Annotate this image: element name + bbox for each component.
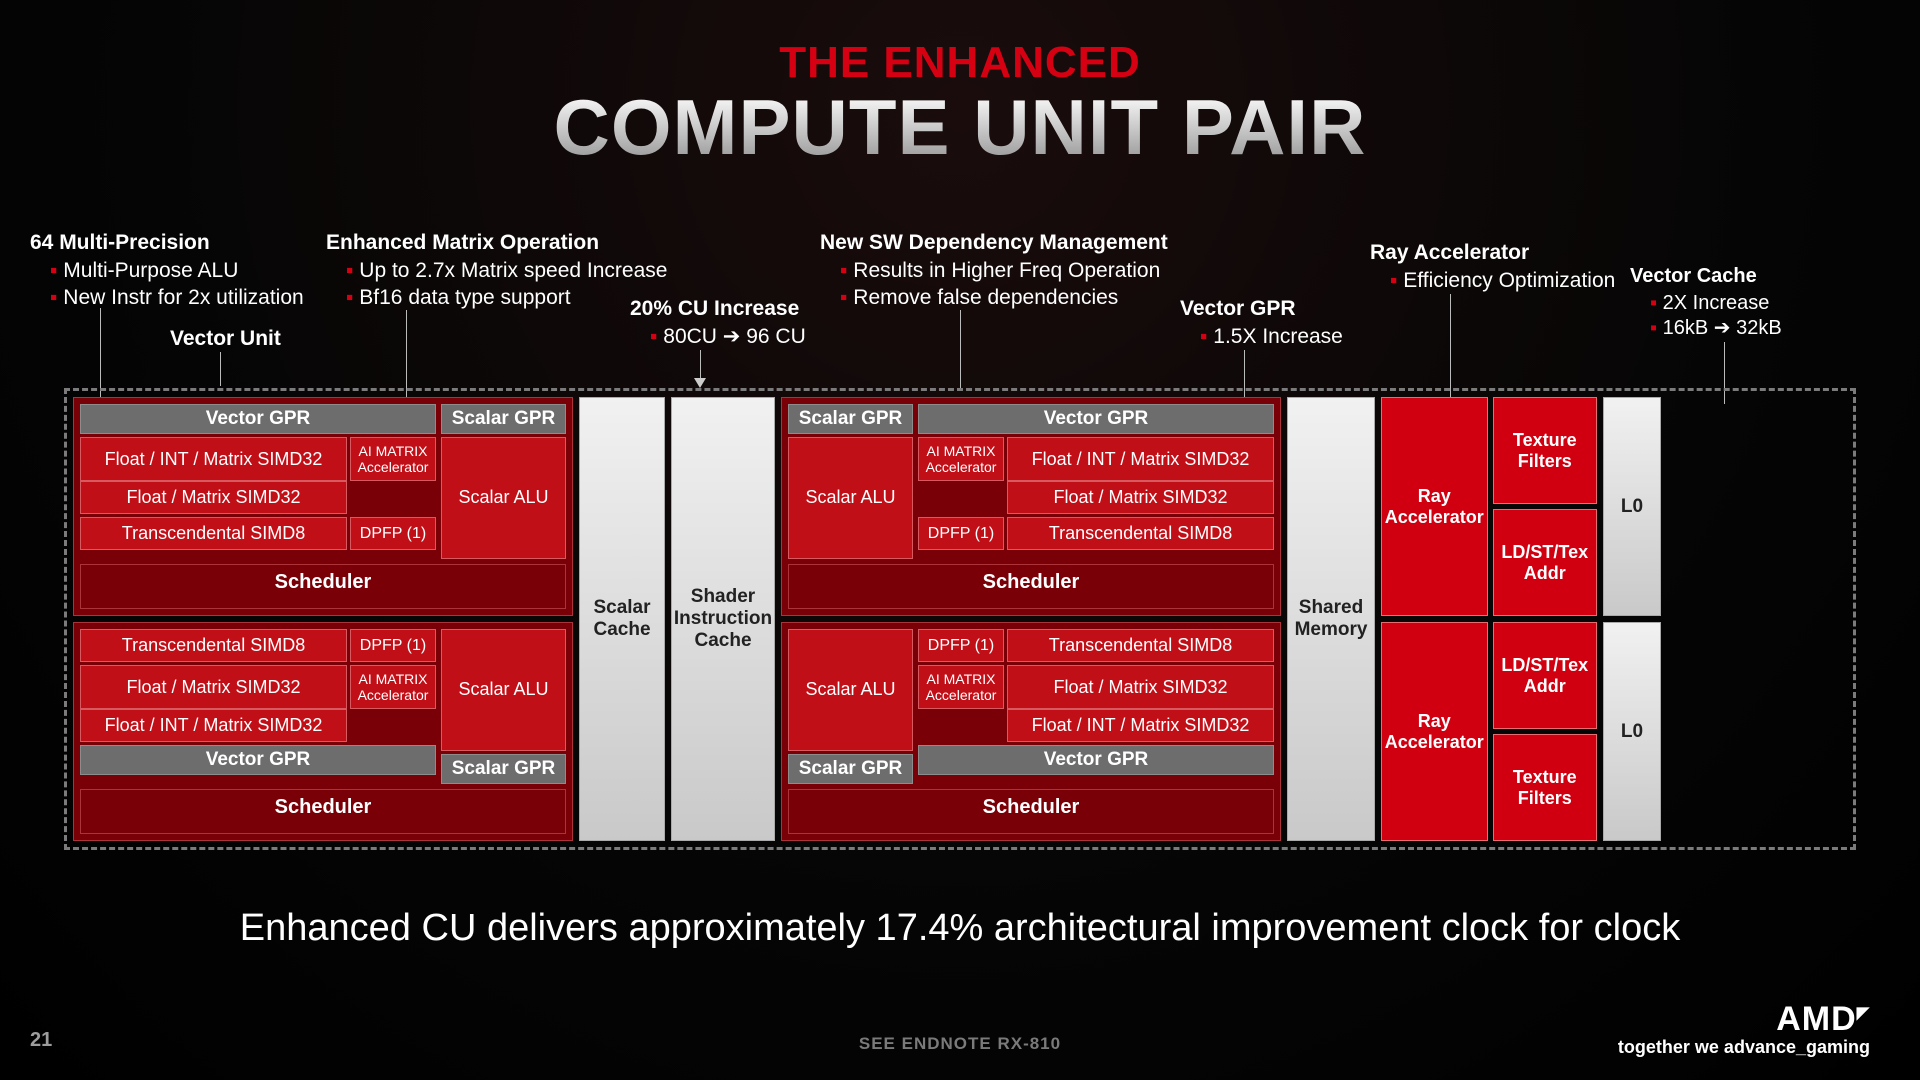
brand-block: AMD◤ together we advance_gaming bbox=[1618, 1000, 1870, 1058]
cu-pair-diagram: Scheduler Vector GPR Float / INT / Matri… bbox=[64, 388, 1856, 850]
cu-right-bottom: Scalar ALU Scalar GPR DPFP (1) Transcend… bbox=[781, 622, 1281, 841]
ray-accelerator: Ray Accelerator bbox=[1381, 397, 1488, 616]
shader-instruction-cache: Shader Instruction Cache bbox=[671, 397, 775, 841]
ann-vgpr: Vector GPR 1.5X Increase bbox=[1180, 296, 1343, 351]
cu-left-bottom: Transcendental SIMD8 DPFP (1) Float / Ma… bbox=[73, 622, 573, 841]
cu-right-top: Scheduler Scalar GPR Scalar ALU Vector G… bbox=[781, 397, 1281, 616]
ann-cu-increase: 20% CU Increase 80CU ➔ 96 CU bbox=[630, 296, 806, 351]
ann-vector-unit: Vector Unit bbox=[170, 326, 281, 352]
l0-column: L0 L0 bbox=[1603, 397, 1661, 841]
amd-logo: AMD◤ bbox=[1618, 1000, 1870, 1039]
l0-cache: L0 bbox=[1603, 397, 1661, 616]
title-overline: THE ENHANCED bbox=[0, 38, 1920, 88]
rt-column: Ray Accelerator Texture Filters LD/ST/Te… bbox=[1381, 397, 1597, 841]
scalar-cache: Scalar Cache bbox=[579, 397, 665, 841]
bottom-claim: Enhanced CU delivers approximately 17.4%… bbox=[0, 907, 1920, 950]
ldst-tex-addr: LD/ST/Tex Addr bbox=[1493, 509, 1598, 616]
texture-filters: Texture Filters bbox=[1493, 397, 1598, 504]
shared-memory: Shared Memory bbox=[1287, 397, 1375, 841]
ann-ray: Ray Accelerator Efficiency Optimization bbox=[1370, 240, 1615, 295]
ai-matrix-accel: AI MATRIX Accelerator bbox=[350, 437, 436, 481]
title-main: COMPUTE UNIT PAIR bbox=[0, 82, 1920, 173]
ann-matrix: Enhanced Matrix Operation Up to 2.7x Mat… bbox=[326, 230, 667, 311]
ann-vcache: Vector Cache 2X Increase 16kB ➔ 32kB bbox=[1630, 264, 1782, 341]
ann-swdep: New SW Dependency Management Results in … bbox=[820, 230, 1168, 311]
annotation-layer: 64 Multi-Precision Multi-Purpose ALU New… bbox=[0, 230, 1920, 380]
ann-multiprecision: 64 Multi-Precision Multi-Purpose ALU New… bbox=[30, 230, 304, 311]
cu-left-top: Scheduler Vector GPR Float / INT / Matri… bbox=[73, 397, 573, 616]
